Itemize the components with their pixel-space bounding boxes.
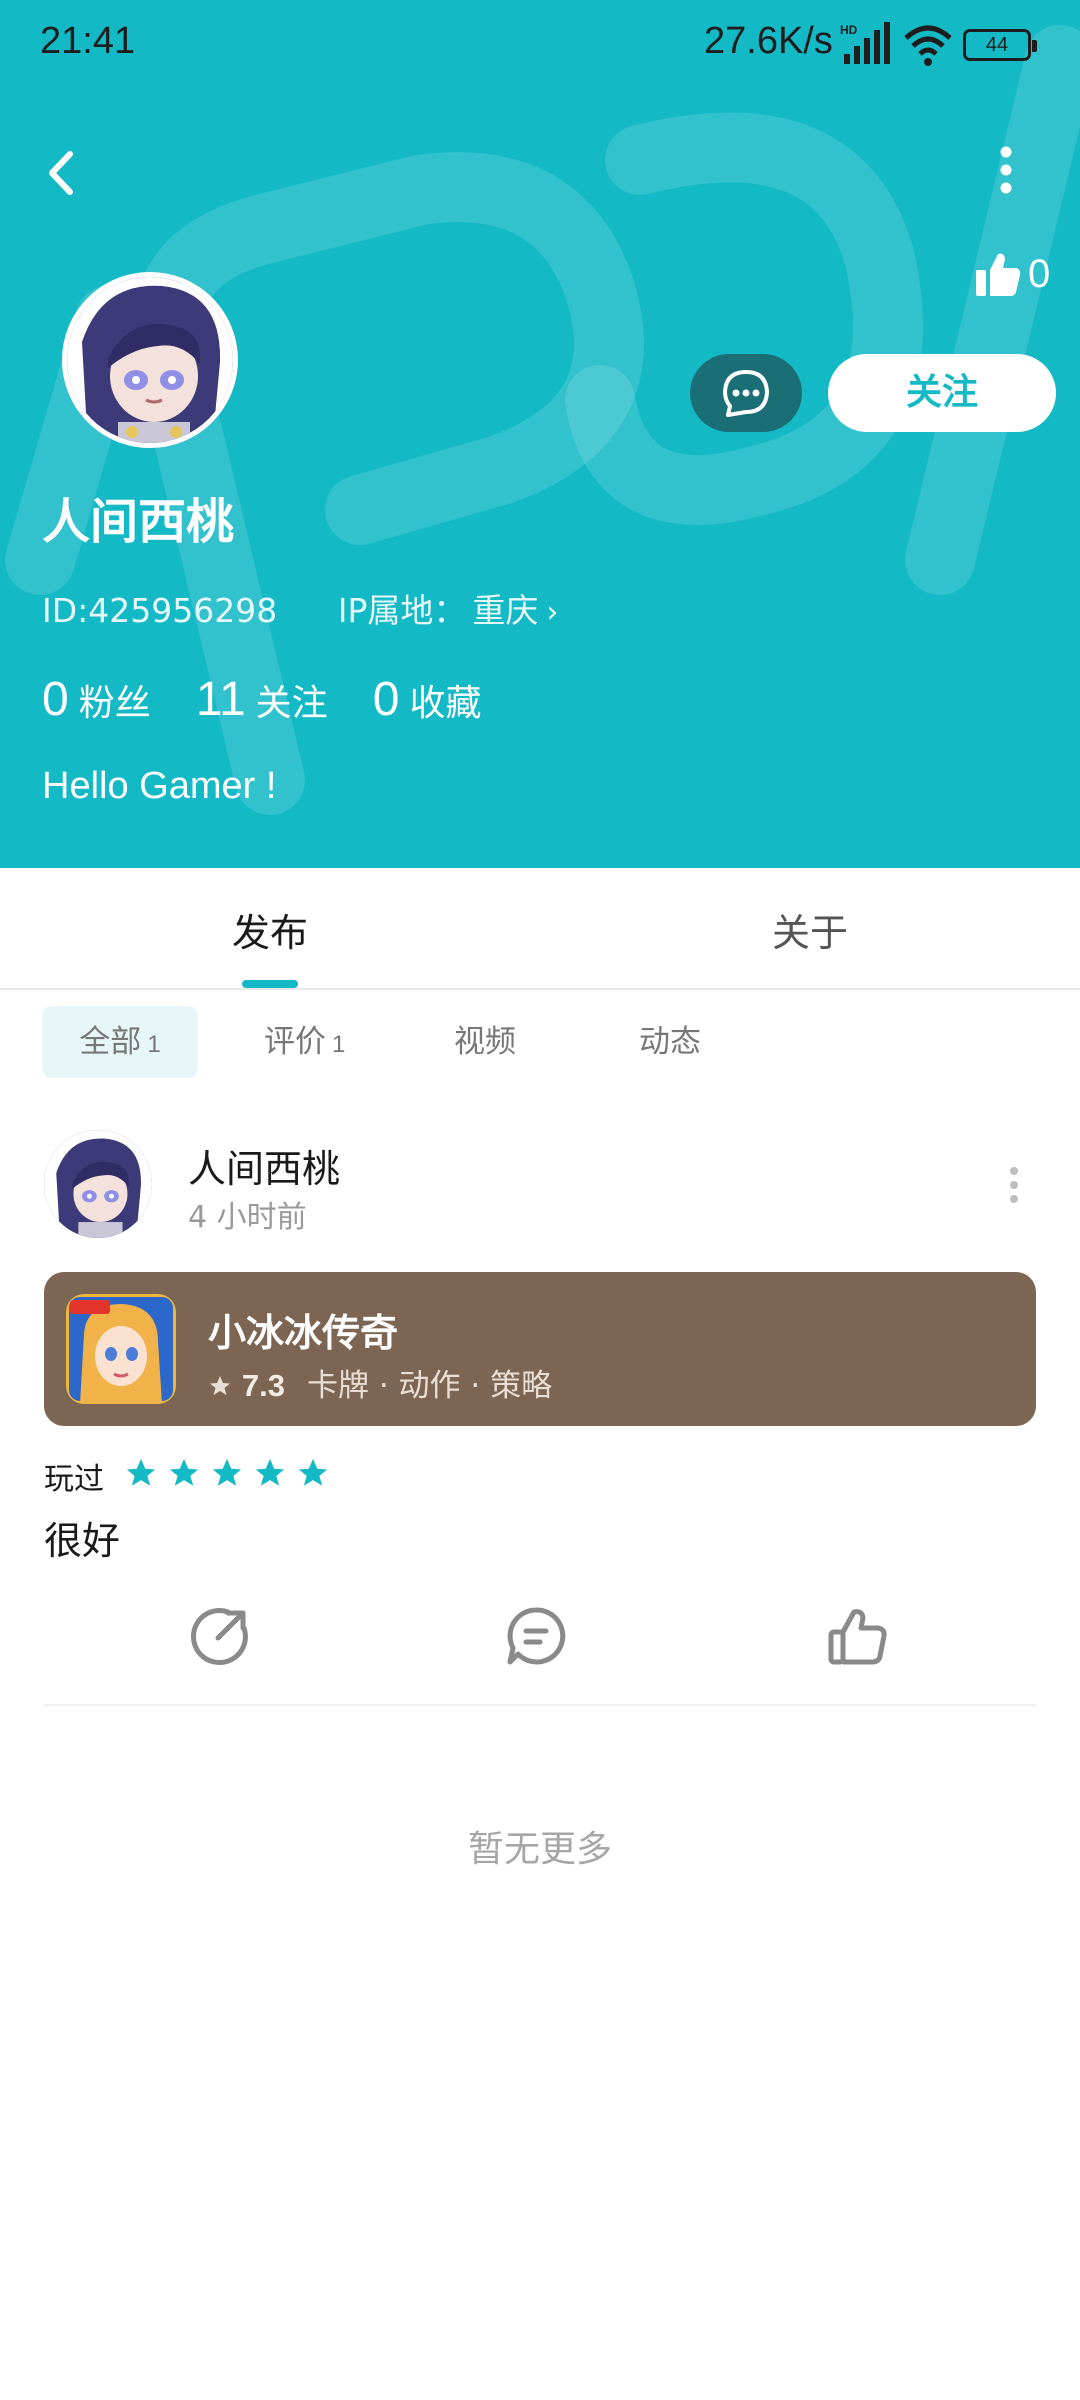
thumbs-up-icon xyxy=(976,253,1021,296)
no-more-text: 暂无更多 xyxy=(467,1829,612,1870)
post-like-button[interactable] xyxy=(826,1604,890,1668)
ip-location-link[interactable]: IP属地： 重庆 › xyxy=(338,591,559,630)
chat-bubble-icon xyxy=(723,370,769,417)
stat-fans-value: 0 xyxy=(42,673,69,726)
post-timestamp: 4 小时前 xyxy=(188,1200,307,1235)
game-rating: 7.3 xyxy=(241,1368,285,1403)
profile-like-button[interactable]: 0 xyxy=(970,248,1060,304)
filter-all-count: 1 xyxy=(147,1031,161,1058)
status-bar: 21:41 27.6K/s HD 44 xyxy=(0,0,1080,90)
chevron-left-icon xyxy=(49,151,73,195)
profile-bio: Hello Gamer ! xyxy=(42,765,277,807)
star-icon xyxy=(299,1458,328,1486)
network-speed: 27.6K/s xyxy=(704,20,833,62)
game-card[interactable]: 小冰冰传奇 7.3 卡牌 · 动作 · 策略 xyxy=(44,1272,1036,1426)
game-tags: 卡牌 · 动作 · 策略 xyxy=(306,1368,553,1404)
more-options-button[interactable] xyxy=(976,140,1036,200)
profile-stats: 0 粉丝 11 关注 0 收藏 xyxy=(42,672,521,727)
follow-button[interactable]: 关注 xyxy=(828,354,1056,432)
share-button[interactable] xyxy=(188,1604,252,1668)
hd-badge: HD xyxy=(840,23,858,37)
star-icon xyxy=(210,1376,230,1395)
status-icons: HD 44 xyxy=(840,20,1040,70)
filter-all[interactable]: 全部 1 xyxy=(42,1006,198,1078)
profile-like-count: 0 xyxy=(1028,252,1051,296)
stat-favorites[interactable]: 0 收藏 xyxy=(373,672,482,727)
filter-review-count: 1 xyxy=(332,1031,346,1058)
anime-avatar-image xyxy=(44,1130,152,1238)
tab-publish[interactable]: 发布 xyxy=(232,902,308,957)
stat-following-label: 关注 xyxy=(255,682,328,724)
active-tab-indicator xyxy=(242,980,298,988)
thumbs-up-icon xyxy=(828,1609,887,1665)
star-icon xyxy=(213,1458,242,1486)
status-time: 21:41 xyxy=(40,20,136,62)
chevron-right-icon: › xyxy=(546,595,559,630)
back-button[interactable] xyxy=(28,138,98,208)
game-meta: 7.3 卡牌 · 动作 · 策略 xyxy=(208,1360,552,1405)
filter-review-label: 评价 xyxy=(264,1024,326,1060)
game-cover-image xyxy=(66,1294,176,1404)
game-icon xyxy=(66,1294,176,1404)
star-icon xyxy=(126,1458,156,1486)
message-button[interactable] xyxy=(690,354,802,432)
profile-header: 21:41 27.6K/s HD 44 0 关注 人间西桃 ID:4259562… xyxy=(0,0,1080,868)
post-more-button[interactable] xyxy=(996,1165,1032,1205)
share-icon xyxy=(190,1608,248,1666)
post-author-avatar[interactable] xyxy=(44,1130,152,1238)
anime-avatar-image xyxy=(67,277,233,443)
profile-tabs: 发布 关于 xyxy=(0,868,1080,990)
tab-about[interactable]: 关于 xyxy=(772,902,848,957)
stat-fans-label: 粉丝 xyxy=(78,682,151,724)
comment-button[interactable] xyxy=(504,1604,568,1668)
stat-favorites-value: 0 xyxy=(372,673,400,726)
signal-icon: HD xyxy=(840,22,890,64)
filter-all-label: 全部 xyxy=(79,1024,142,1060)
review-text: 很好 xyxy=(44,1519,121,1563)
battery-icon: 44 xyxy=(963,29,1037,61)
filter-video[interactable]: 视频 xyxy=(454,1006,516,1078)
profile-meta: ID:425956298 IP属地： 重庆 › xyxy=(42,584,558,632)
ip-city: 重庆 xyxy=(472,591,539,630)
more-vertical-icon xyxy=(1010,1167,1018,1203)
game-name: 小冰冰传奇 xyxy=(208,1311,399,1355)
stat-fans[interactable]: 0 粉丝 xyxy=(42,672,151,727)
star-icon xyxy=(169,1458,199,1486)
user-id: ID:425956298 xyxy=(42,591,278,630)
content-filters: 全部 1 评价 1 视频 动态 xyxy=(0,1006,1080,1078)
profile-username: 人间西桃 xyxy=(42,494,235,550)
played-label: 玩过 xyxy=(44,1462,104,1497)
filter-dynamic[interactable]: 动态 xyxy=(639,1006,701,1078)
filter-review[interactable]: 评价 1 xyxy=(264,1006,345,1078)
stat-following-value: 11 xyxy=(195,673,246,726)
star-icon xyxy=(256,1458,285,1486)
rating-stars xyxy=(124,1456,334,1492)
stat-favorites-label: 收藏 xyxy=(409,682,482,724)
more-vertical-icon xyxy=(1000,146,1012,194)
ip-label: IP属地： xyxy=(337,591,467,630)
stat-following[interactable]: 11 关注 xyxy=(196,672,328,727)
profile-avatar[interactable] xyxy=(62,272,238,448)
post-author-name[interactable]: 人间西桃 xyxy=(188,1138,340,1193)
post-divider xyxy=(44,1704,1036,1706)
wifi-icon xyxy=(904,25,952,66)
comment-icon xyxy=(507,1607,566,1665)
